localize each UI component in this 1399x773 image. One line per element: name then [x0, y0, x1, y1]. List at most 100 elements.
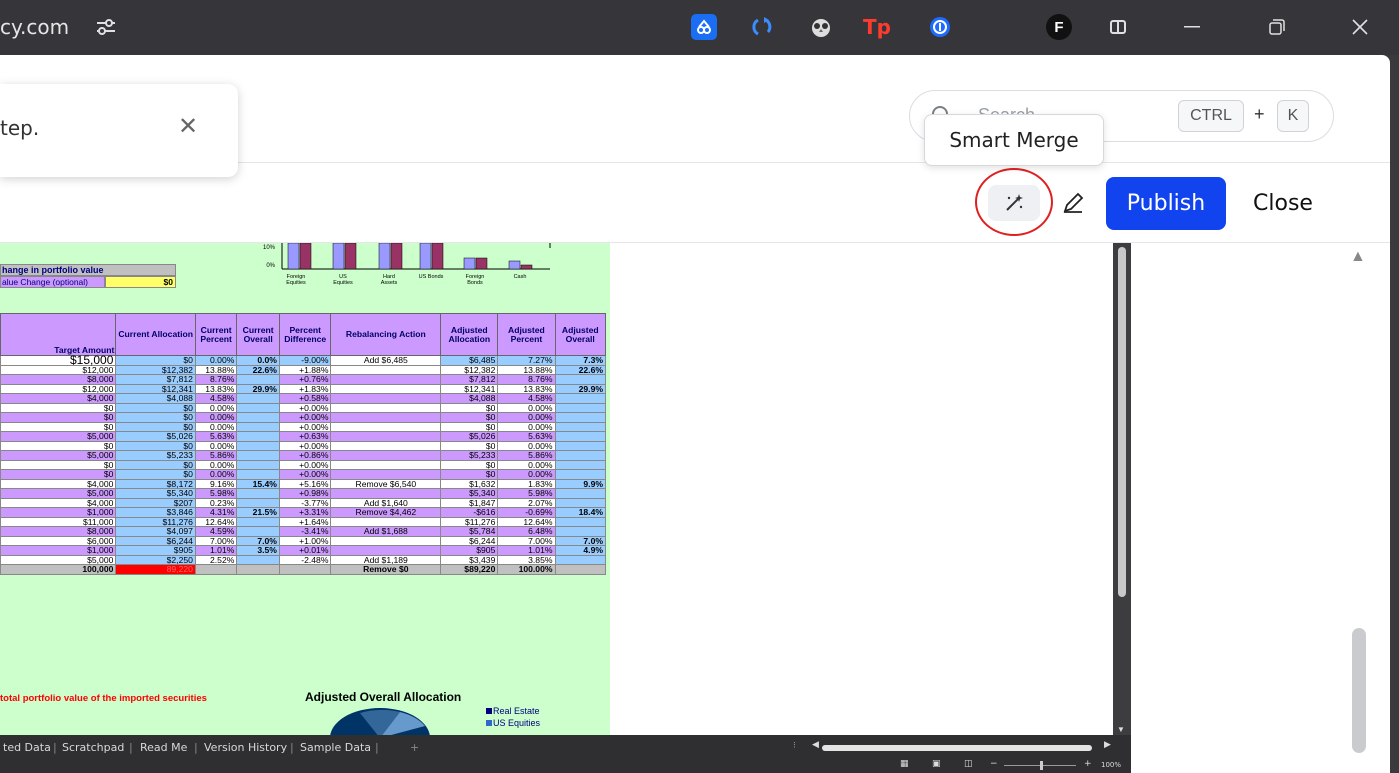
- table-cell[interactable]: [554, 440, 606, 451]
- edit-button[interactable]: [1058, 187, 1088, 219]
- owl-extension-icon[interactable]: [808, 14, 834, 40]
- table-cell[interactable]: Add $6,485: [330, 355, 442, 366]
- table-cell[interactable]: $0: [115, 355, 196, 366]
- sync-extension-icon[interactable]: [750, 14, 776, 40]
- table-cell[interactable]: $905: [115, 545, 196, 556]
- sheet-tab[interactable]: Read Me: [140, 741, 187, 754]
- table-cell[interactable]: [236, 393, 280, 404]
- table-row[interactable]: $0 $0 0.00% +0.00% $0 0.00%: [0, 469, 606, 480]
- table-cell[interactable]: [330, 393, 442, 404]
- table-cell[interactable]: [330, 421, 442, 432]
- table-row[interactable]: $0 $0 0.00% +0.00% $0 0.00%: [0, 412, 606, 423]
- table-cell[interactable]: 8.76%: [194, 374, 238, 385]
- scroll-left-icon[interactable]: ◀: [812, 740, 819, 750]
- table-cell[interactable]: 0.00%: [194, 412, 238, 423]
- zoom-out-icon[interactable]: −: [990, 759, 998, 769]
- table-cell[interactable]: 5.86%: [194, 450, 238, 461]
- table-cell[interactable]: -$616: [440, 507, 499, 518]
- table-cell[interactable]: [330, 431, 442, 442]
- spreadsheet-viewport[interactable]: 10% 0% Foreign Equities US Equities Hard…: [0, 243, 1113, 735]
- table-cell[interactable]: [236, 412, 280, 423]
- sheet-tab[interactable]: Scratchpad: [62, 741, 124, 754]
- table-cell[interactable]: +0.76%: [278, 374, 332, 385]
- table-cell[interactable]: 5.86%: [497, 450, 556, 461]
- total-cell[interactable]: Remove $0: [330, 564, 442, 575]
- table-cell[interactable]: $7,812: [115, 374, 196, 385]
- table-cell[interactable]: -3.41%: [278, 526, 332, 537]
- profile-icon[interactable]: F: [1046, 14, 1072, 40]
- table-row[interactable]: $5,000 $5,340 5.98% +0.98% $5,340 5.98%: [0, 488, 606, 499]
- table-cell[interactable]: [330, 450, 442, 461]
- total-cell[interactable]: [236, 564, 280, 575]
- table-cell[interactable]: 7.3%: [554, 355, 606, 366]
- table-cell[interactable]: [554, 459, 606, 470]
- page-scrollbar[interactable]: ▲: [1340, 243, 1380, 773]
- table-cell[interactable]: 0.0%: [236, 355, 280, 366]
- table-cell[interactable]: 5.98%: [194, 488, 238, 499]
- table-cell[interactable]: [330, 374, 442, 385]
- table-cell[interactable]: [330, 383, 442, 394]
- table-cell[interactable]: [236, 459, 280, 470]
- restore-icon[interactable]: [1262, 12, 1292, 42]
- scroll-up-icon[interactable]: ▲: [1350, 248, 1366, 266]
- table-cell[interactable]: [330, 459, 442, 470]
- table-cell[interactable]: $1,000: [0, 545, 117, 556]
- total-cell[interactable]: [278, 564, 332, 575]
- zoom-in-icon[interactable]: +: [1084, 759, 1092, 769]
- table-cell[interactable]: [554, 431, 606, 442]
- table-cell[interactable]: $5,000: [0, 450, 117, 461]
- table-cell[interactable]: Remove $4,462: [330, 507, 442, 518]
- table-cell[interactable]: [554, 554, 606, 565]
- scroll-right-icon[interactable]: ▶: [1104, 740, 1111, 750]
- table-cell[interactable]: +0.98%: [278, 488, 332, 499]
- add-sheet-button[interactable]: +: [410, 741, 419, 754]
- table-cell[interactable]: Add $1,688: [330, 526, 442, 537]
- table-cell[interactable]: [236, 431, 280, 442]
- total-cell[interactable]: [554, 564, 606, 575]
- table-cell[interactable]: [236, 374, 280, 385]
- table-cell[interactable]: [236, 421, 280, 432]
- table-cell[interactable]: $0: [440, 469, 499, 480]
- table-cell[interactable]: 15.4%: [236, 478, 280, 489]
- table-cell[interactable]: +0.01%: [278, 545, 332, 556]
- table-cell[interactable]: $5,000: [0, 488, 117, 499]
- close-button[interactable]: Close: [1240, 177, 1326, 230]
- table-cell[interactable]: 2.52%: [194, 554, 238, 565]
- table-cell[interactable]: [554, 402, 606, 413]
- table-cell[interactable]: +0.58%: [278, 393, 332, 404]
- table-cell[interactable]: [554, 374, 606, 385]
- table-row[interactable]: $5,000 $5,026 5.63% +0.63% $5,026 5.63%: [0, 431, 606, 442]
- table-cell[interactable]: [554, 526, 606, 537]
- table-cell[interactable]: 8.76%: [497, 374, 556, 385]
- table-cell[interactable]: $5,340: [115, 488, 196, 499]
- table-cell[interactable]: $3,846: [115, 507, 196, 518]
- table-cell[interactable]: $5,026: [115, 431, 196, 442]
- table-cell[interactable]: 4.59%: [194, 526, 238, 537]
- table-cell[interactable]: 22.6%: [236, 364, 280, 375]
- table-cell[interactable]: [236, 554, 280, 565]
- table-cell[interactable]: 4.58%: [194, 393, 238, 404]
- table-cell[interactable]: 1.01%: [194, 545, 238, 556]
- table-cell[interactable]: 5.98%: [497, 488, 556, 499]
- table-cell[interactable]: [236, 516, 280, 527]
- password-manager-icon[interactable]: [927, 14, 953, 40]
- table-cell[interactable]: -9.00%: [278, 355, 332, 366]
- table-cell[interactable]: 4.9%: [554, 545, 606, 556]
- table-cell[interactable]: $8,000: [0, 374, 117, 385]
- table-cell[interactable]: [554, 488, 606, 499]
- table-cell[interactable]: $0: [440, 412, 499, 423]
- value-change-input[interactable]: $0: [105, 276, 176, 288]
- tune-icon[interactable]: [95, 17, 117, 37]
- page-break-icon[interactable]: ◫: [964, 759, 973, 769]
- table-cell[interactable]: [236, 402, 280, 413]
- table-cell[interactable]: $7,812: [440, 374, 499, 385]
- table-row[interactable]: $8,000 $4,097 4.59% -3.41% Add $1,688 $5,784 6…: [0, 526, 606, 537]
- table-cell[interactable]: 6.48%: [497, 526, 556, 537]
- url-fragment[interactable]: cy.com: [0, 15, 69, 39]
- table-cell[interactable]: [330, 402, 442, 413]
- table-cell[interactable]: 21.5%: [236, 507, 280, 518]
- table-cell[interactable]: -2.48%: [278, 554, 332, 565]
- table-cell[interactable]: $5,233: [115, 450, 196, 461]
- table-cell[interactable]: [330, 440, 442, 451]
- table-cell[interactable]: 9.9%: [554, 478, 606, 489]
